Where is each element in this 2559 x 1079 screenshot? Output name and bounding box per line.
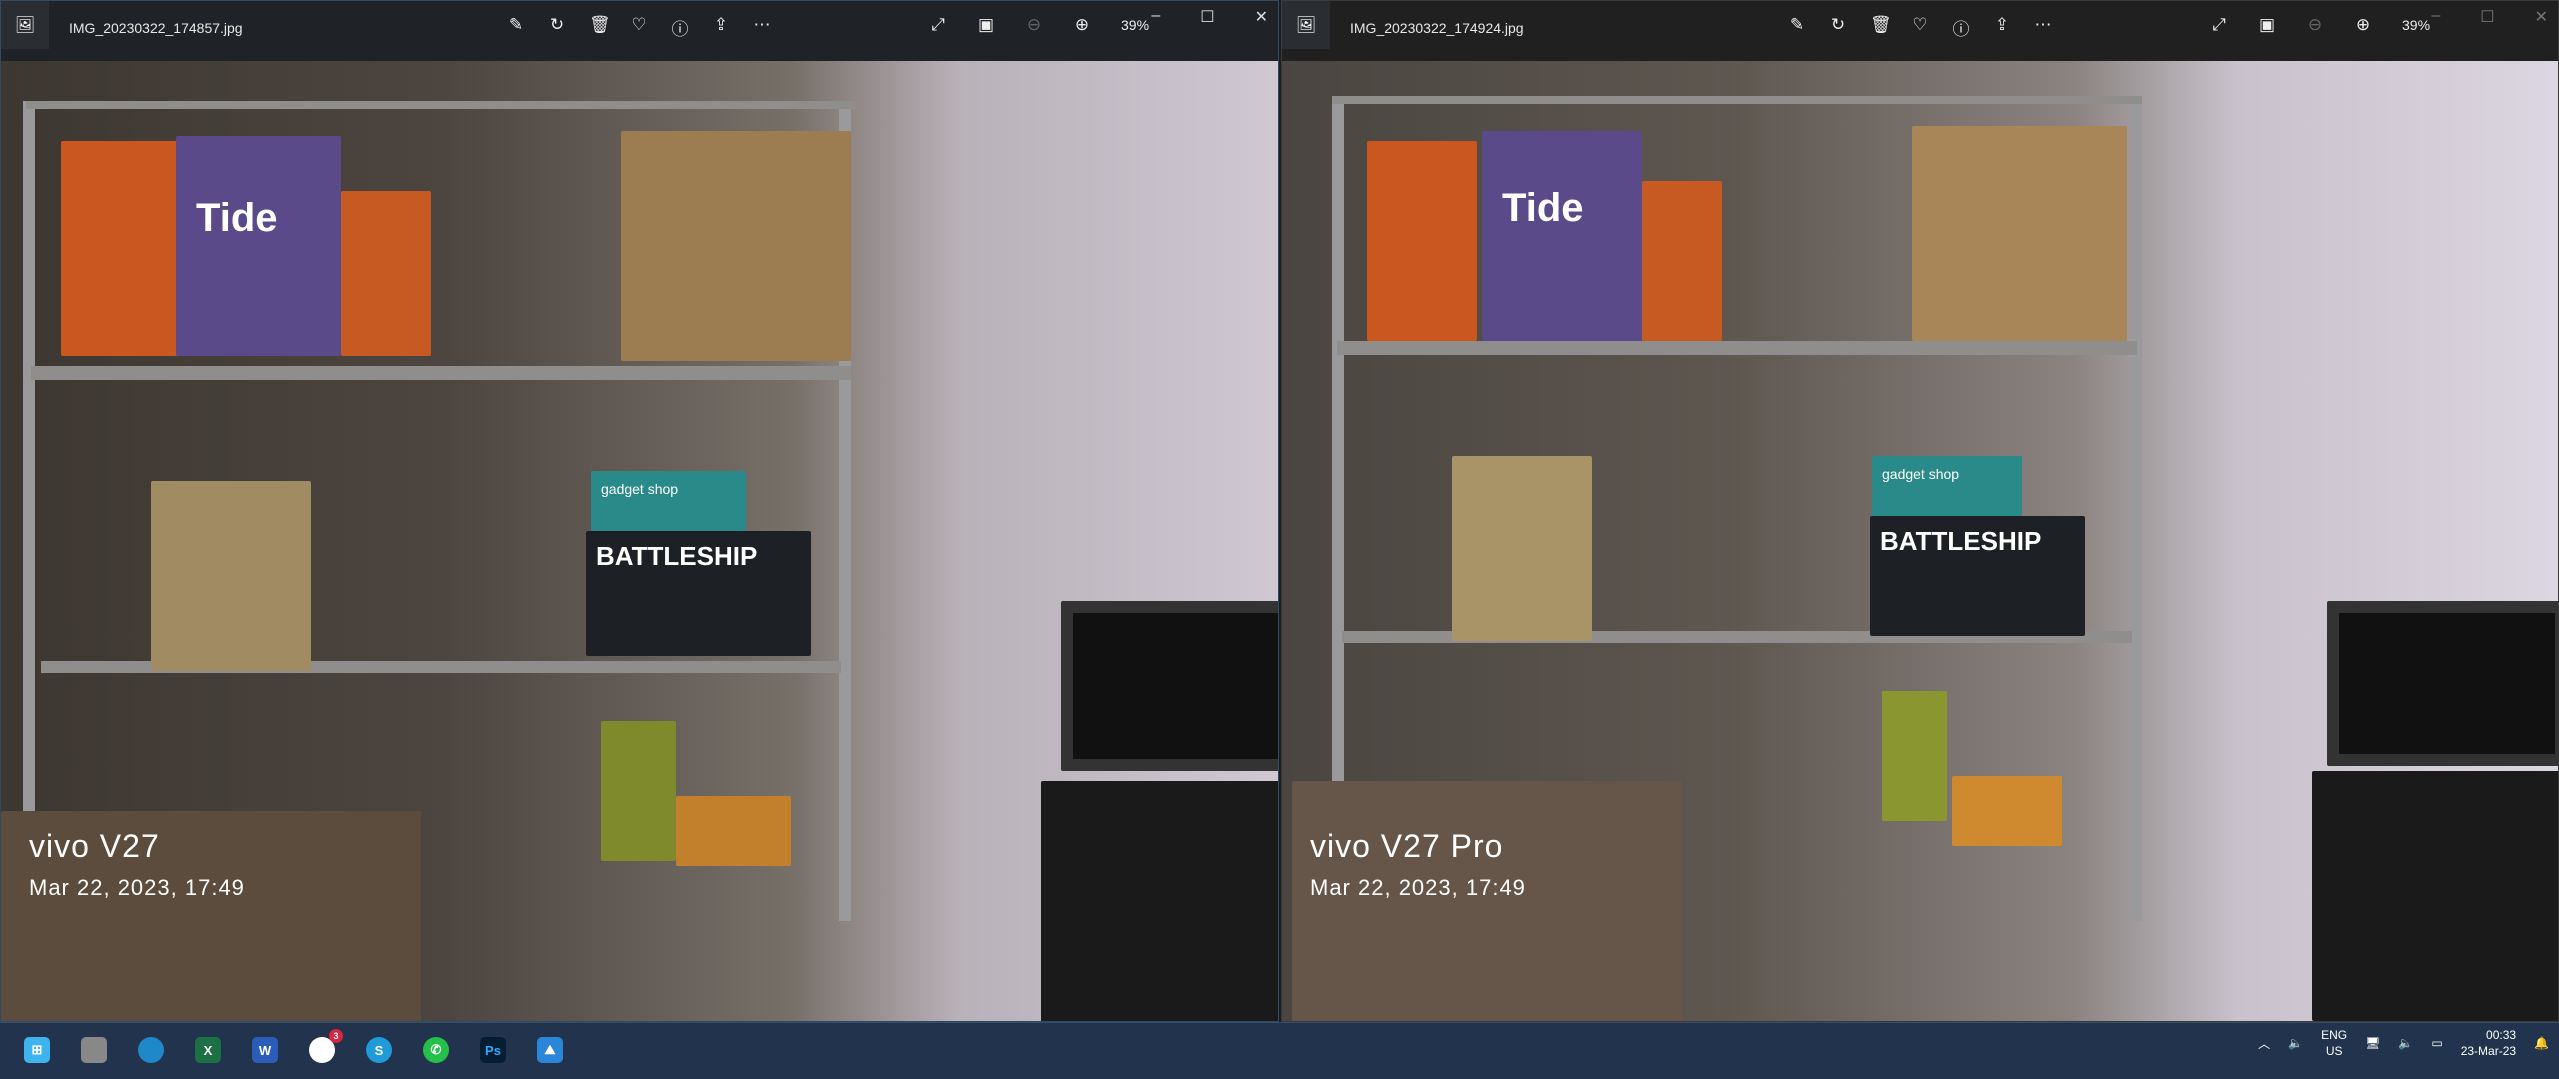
whatsapp-icon[interactable]: ✆	[423, 1037, 449, 1063]
fullscreen-icon[interactable]: ⤢	[929, 15, 947, 35]
date-text: 23-Mar-23	[2460, 1044, 2517, 1058]
file-name: IMG_20230322_174924.jpg	[1350, 20, 1524, 36]
battery-icon[interactable]: ▭	[2431, 1036, 2442, 1050]
more-icon[interactable]: ⋯	[2034, 15, 2052, 40]
share-icon[interactable]: ⇪	[1993, 15, 2011, 40]
fullscreen-icon[interactable]: ⤢	[2210, 15, 2228, 35]
photos-icon[interactable]: ⛰	[537, 1037, 563, 1063]
region-text: US	[2325, 1044, 2343, 1058]
volume-icon[interactable]: 🔈	[2398, 1036, 2413, 1050]
clock[interactable]: 00:33 23-Mar-23	[2461, 1027, 2516, 1059]
minimize-button[interactable]: –	[1151, 7, 1160, 27]
word-icon[interactable]: W	[252, 1037, 278, 1063]
chevron-up-icon[interactable]: ︿	[2258, 1035, 2270, 1052]
language-indicator[interactable]: ENG US	[2321, 1027, 2347, 1059]
watermark-model: vivo V27	[29, 828, 160, 864]
delete-icon[interactable]: 🗑	[589, 15, 611, 40]
photos-app-icon: 🖼	[1282, 1, 1330, 49]
file-name: IMG_20230322_174857.jpg	[69, 20, 243, 36]
more-icon[interactable]: ⋯	[753, 15, 771, 40]
lang-text: ENG	[2321, 1028, 2348, 1042]
gadget-label: gadget shop	[591, 471, 746, 531]
title-bar: 🖼 IMG_20230322_174857.jpg ✎ ↻ 🗑 ♡ ⓘ ⇪ ⋯ …	[1, 1, 1278, 61]
watermark-date: Mar 22, 2023, 17:49	[29, 875, 245, 900]
zoom-level: 39%	[2402, 17, 2431, 33]
edge-icon[interactable]	[138, 1037, 164, 1063]
gadget-label: gadget shop	[1872, 456, 2022, 516]
info-icon[interactable]: ⓘ	[1952, 15, 1970, 40]
photo: Tide gadget shop BATTLESHIP vivo V27 Pro…	[1282, 61, 2558, 1021]
favorite-icon[interactable]: ♡	[1911, 15, 1929, 40]
speaker-icon[interactable]: 🔈	[2288, 1036, 2303, 1050]
photos-app-icon: 🖼	[1, 1, 49, 49]
delete-icon[interactable]: 🗑	[1870, 15, 1892, 40]
minimize-button[interactable]: –	[2431, 7, 2440, 27]
skype-icon[interactable]: S	[366, 1037, 392, 1063]
notification-badge: 3	[329, 1029, 343, 1043]
start-icon[interactable]: ⊞	[24, 1037, 50, 1063]
zoom-in-icon[interactable]: ⊕	[2354, 15, 2372, 35]
time-text: 00:33	[2486, 1028, 2517, 1042]
task-view-icon[interactable]	[81, 1037, 107, 1063]
rotate-icon[interactable]: ↻	[548, 15, 566, 40]
zoom-out-icon[interactable]: ⊖	[1025, 15, 1043, 35]
slack-icon[interactable]: 3	[309, 1029, 343, 1063]
rotate-icon[interactable]: ↻	[1829, 15, 1847, 40]
actual-size-icon[interactable]: ▣	[977, 15, 995, 35]
edit-icon[interactable]: ✎	[507, 15, 525, 40]
maximize-button[interactable]: ☐	[2480, 7, 2494, 27]
zoom-level: 39%	[1121, 17, 1150, 33]
actual-size-icon[interactable]: ▣	[2258, 15, 2276, 35]
taskbar: ⊞ X W 3 S ✆ Ps ⛰ ︿ 🔈 ENG US 🖥 🔈 ▭ 00:33 23…	[0, 1022, 2559, 1079]
close-button[interactable]: ✕	[2535, 7, 2548, 27]
zoom-out-icon[interactable]: ⊖	[2306, 15, 2324, 35]
info-icon[interactable]: ⓘ	[671, 15, 689, 40]
watermark-date: Mar 22, 2023, 17:49	[1310, 875, 1526, 900]
network-icon[interactable]: 🖥	[2365, 1036, 2380, 1050]
tide-label: Tide	[176, 136, 341, 356]
photoshop-icon[interactable]: Ps	[480, 1037, 506, 1063]
photos-window-right: 🖼 IMG_20230322_174924.jpg ✎ ↻ 🗑 ♡ ⓘ ⇪ ⋯ …	[1281, 0, 2559, 1022]
watermark-model: vivo V27 Pro	[1310, 828, 1504, 864]
title-bar: 🖼 IMG_20230322_174924.jpg ✎ ↻ 🗑 ♡ ⓘ ⇪ ⋯ …	[1282, 1, 2558, 61]
share-icon[interactable]: ⇪	[712, 15, 730, 40]
tide-label: Tide	[1482, 131, 1642, 341]
zoom-in-icon[interactable]: ⊕	[1073, 15, 1091, 35]
notifications-icon[interactable]: 🔔	[2534, 1036, 2549, 1050]
excel-icon[interactable]: X	[195, 1037, 221, 1063]
close-button[interactable]: ✕	[1255, 7, 1268, 27]
photo: Tide gadget shop BATTLESHIP vivo V27 Mar…	[1, 61, 1278, 1021]
edit-icon[interactable]: ✎	[1788, 15, 1806, 40]
battleship-label: BATTLESHIP	[1870, 516, 2085, 636]
maximize-button[interactable]: ☐	[1200, 7, 1214, 27]
battleship-label: BATTLESHIP	[586, 531, 811, 656]
photos-window-left: 🖼 IMG_20230322_174857.jpg ✎ ↻ 🗑 ♡ ⓘ ⇪ ⋯ …	[0, 0, 1279, 1022]
favorite-icon[interactable]: ♡	[630, 15, 648, 40]
